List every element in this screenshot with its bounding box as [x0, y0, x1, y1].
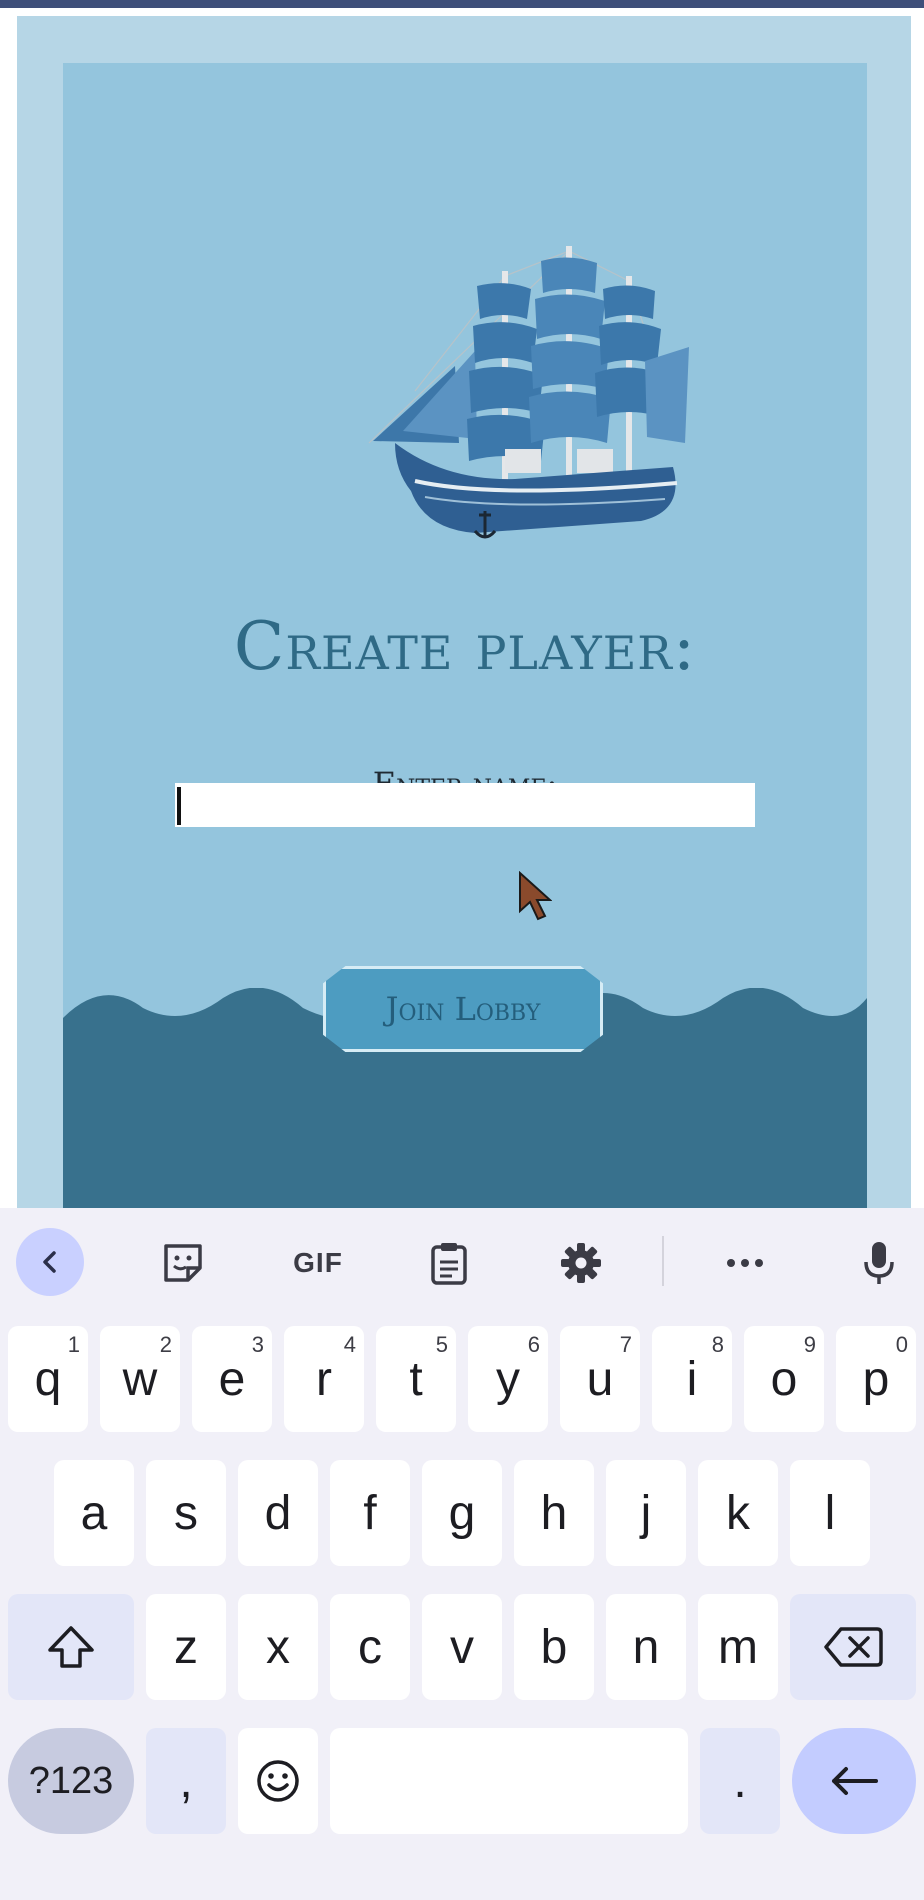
space-key[interactable] [330, 1728, 688, 1834]
back-icon[interactable] [16, 1228, 84, 1296]
create-player-panel: Create player: Enter name: Join Lobby [63, 63, 867, 1208]
key-hint: 8 [711, 1332, 724, 1357]
key-label: c [358, 1620, 382, 1674]
backspace-key[interactable] [790, 1594, 916, 1700]
backspace-icon [824, 1627, 883, 1667]
key-g[interactable]: g [422, 1460, 502, 1566]
key-n[interactable]: n [606, 1594, 686, 1700]
key-hint: 1 [67, 1332, 80, 1357]
key-i[interactable]: i8 [652, 1326, 732, 1432]
key-r[interactable]: r4 [284, 1326, 364, 1432]
key-k[interactable]: k [698, 1460, 778, 1566]
key-hint: 6 [527, 1332, 540, 1357]
key-label: z [174, 1620, 198, 1674]
shift-icon [48, 1626, 94, 1668]
key-hint: 3 [251, 1332, 264, 1357]
key-o[interactable]: o9 [744, 1326, 824, 1432]
key-label: p [862, 1352, 890, 1406]
key-label: a [80, 1486, 108, 1540]
comma-key[interactable]: , [146, 1728, 226, 1834]
toolbar-divider [662, 1236, 664, 1286]
key-label: d [264, 1486, 292, 1540]
key-label: k [726, 1486, 750, 1540]
key-label: g [448, 1486, 476, 1540]
key-q[interactable]: q1 [8, 1326, 88, 1432]
key-hint: 2 [159, 1332, 172, 1357]
key-h[interactable]: h [514, 1460, 594, 1566]
keyboard-toolbar: GIF [0, 1208, 924, 1308]
key-w[interactable]: w2 [100, 1326, 180, 1432]
sticker-icon[interactable] [148, 1228, 218, 1298]
key-label: n [632, 1620, 660, 1674]
key-a[interactable]: a [54, 1460, 134, 1566]
key-s[interactable]: s [146, 1460, 226, 1566]
key-label: r [316, 1352, 332, 1406]
more-icon[interactable] [710, 1228, 780, 1298]
key-label: u [586, 1352, 614, 1406]
gif-label: GIF [293, 1247, 343, 1278]
key-label: l [824, 1486, 836, 1540]
key-hint: 5 [435, 1332, 448, 1357]
key-label: e [218, 1352, 246, 1406]
key-hint: 0 [895, 1332, 908, 1357]
join-lobby-button[interactable]: Join Lobby [323, 966, 603, 1052]
key-label: w [122, 1352, 158, 1406]
name-input[interactable] [175, 783, 755, 827]
emoji-icon [257, 1760, 299, 1802]
key-label: o [770, 1352, 798, 1406]
key-label: h [540, 1486, 568, 1540]
key-u[interactable]: u7 [560, 1326, 640, 1432]
key-label: , [179, 1754, 193, 1808]
key-label: q [34, 1352, 62, 1406]
key-label: v [450, 1620, 474, 1674]
key-label: m [718, 1620, 758, 1674]
key-z[interactable]: z [146, 1594, 226, 1700]
key-f[interactable]: f [330, 1460, 410, 1566]
gif-button[interactable]: GIF [280, 1228, 356, 1298]
period-key[interactable]: . [700, 1728, 780, 1834]
key-hint: 7 [619, 1332, 632, 1357]
key-label: . [733, 1754, 747, 1808]
key-e[interactable]: e3 [192, 1326, 272, 1432]
key-j[interactable]: j [606, 1460, 686, 1566]
key-label: i [686, 1352, 698, 1406]
page-title: Create player: [233, 608, 697, 685]
key-label: t [409, 1352, 423, 1406]
enter-key[interactable] [792, 1728, 916, 1834]
key-label: j [640, 1486, 652, 1540]
status-bar-edge [0, 0, 924, 8]
key-y[interactable]: y6 [468, 1326, 548, 1432]
emoji-key[interactable] [238, 1728, 318, 1834]
key-m[interactable]: m [698, 1594, 778, 1700]
ship-illustration [368, 246, 689, 539]
key-label: x [266, 1620, 290, 1674]
soft-keyboard: GIF q1 w2 e3 r4 t5 y6 u7 i8 o9 p0 a s d … [0, 1208, 924, 1900]
key-label: s [174, 1486, 198, 1540]
shift-key[interactable] [8, 1594, 134, 1700]
key-d[interactable]: d [238, 1460, 318, 1566]
key-c[interactable]: c [330, 1594, 410, 1700]
key-t[interactable]: t5 [376, 1326, 456, 1432]
key-hint: 9 [803, 1332, 816, 1357]
key-label: f [363, 1486, 377, 1540]
clipboard-icon[interactable] [414, 1228, 484, 1298]
key-x[interactable]: x [238, 1594, 318, 1700]
key-p[interactable]: p0 [836, 1326, 916, 1432]
symbols-key[interactable]: ?123 [8, 1728, 134, 1834]
key-l[interactable]: l [790, 1460, 870, 1566]
key-hint: 4 [343, 1332, 356, 1357]
text-caret [177, 787, 181, 825]
key-label: ?123 [28, 1759, 114, 1802]
key-b[interactable]: b [514, 1594, 594, 1700]
gear-icon[interactable] [546, 1228, 616, 1298]
enter-icon [832, 1767, 878, 1795]
key-v[interactable]: v [422, 1594, 502, 1700]
key-label: b [540, 1620, 568, 1674]
mouse-cursor-icon [519, 871, 552, 921]
microphone-icon[interactable] [844, 1228, 914, 1298]
key-label: y [496, 1352, 520, 1406]
